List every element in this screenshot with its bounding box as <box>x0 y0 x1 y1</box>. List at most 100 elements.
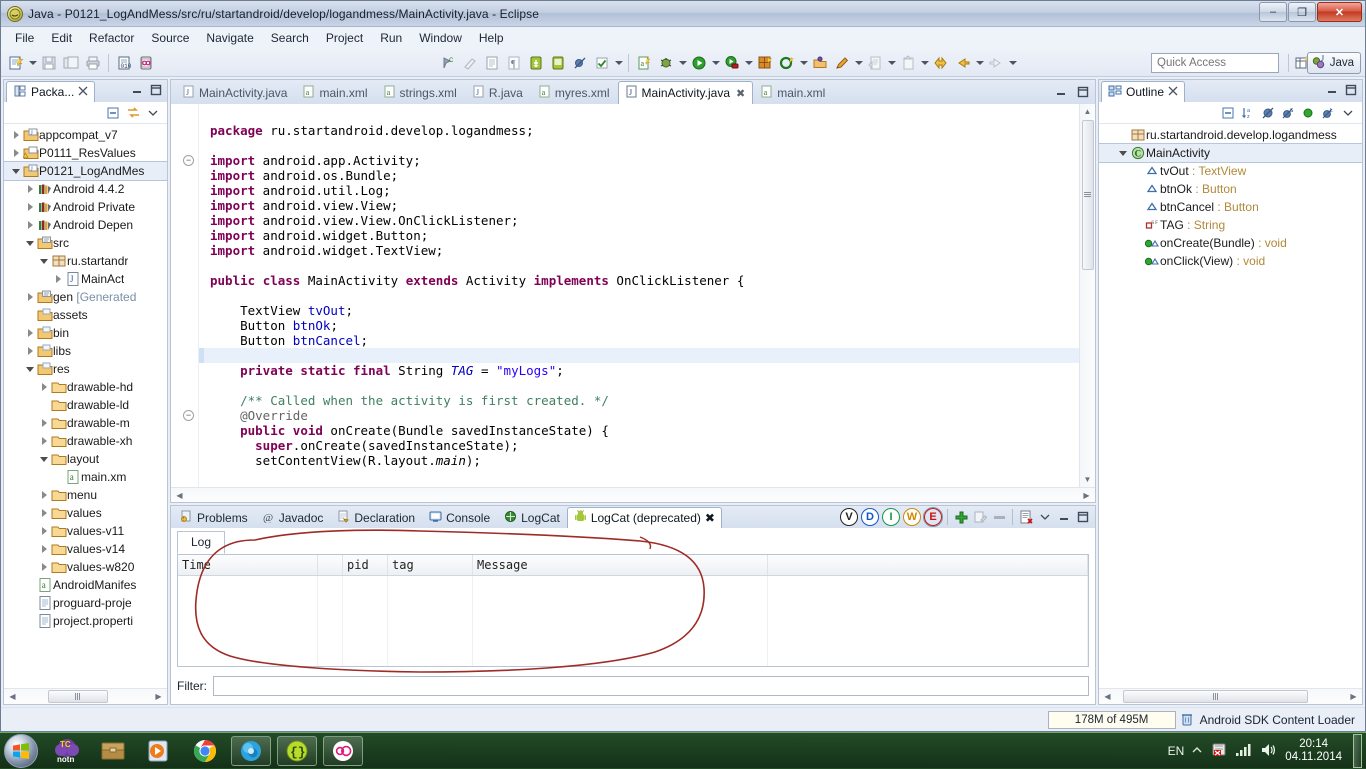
volume-icon[interactable] <box>1260 742 1278 761</box>
tree-item-values[interactable]: values <box>4 504 167 522</box>
scroll-up-arrow[interactable]: ▲ <box>1080 104 1095 119</box>
check-icon[interactable] <box>591 52 613 74</box>
new-window-icon[interactable] <box>776 52 798 74</box>
tree-twisty-icon[interactable] <box>24 367 36 372</box>
archive-icon[interactable] <box>93 736 133 766</box>
tree-twisty-icon[interactable] <box>38 437 50 445</box>
view-menu-icon[interactable] <box>1037 509 1053 525</box>
toggle-mark-occurrences-icon[interactable]: C <box>437 52 459 74</box>
tree-twisty-icon[interactable] <box>10 149 22 157</box>
tree-item-layout[interactable]: layout <box>4 450 167 468</box>
scroll-thumb[interactable] <box>48 690 108 703</box>
tree-item-p0121-logandmes[interactable]: JP0121_LogAndMes <box>4 162 167 180</box>
scroll-thumb[interactable] <box>1123 690 1308 703</box>
tree-twisty-icon[interactable] <box>38 259 50 264</box>
hide-static-icon[interactable]: S <box>1280 105 1296 121</box>
pencil-icon[interactable] <box>831 52 853 74</box>
tree-item-drawable-m[interactable]: drawable-m <box>4 414 167 432</box>
tree-twisty-icon[interactable] <box>24 293 36 301</box>
tree-twisty-icon[interactable] <box>38 383 50 391</box>
next-caret[interactable] <box>919 53 930 73</box>
save-icon[interactable] <box>38 52 60 74</box>
check-caret[interactable] <box>613 53 624 73</box>
run-coverage-icon[interactable] <box>721 52 743 74</box>
close-button[interactable]: ✕ <box>1317 2 1362 22</box>
menu-refactor[interactable]: Refactor <box>81 28 142 48</box>
open-type-icon[interactable]: 010 <box>113 52 135 74</box>
windows-start-icon[interactable] <box>4 734 38 768</box>
tree-item-ru-startandr[interactable]: ru.startandr <box>4 252 167 270</box>
tree-item-p0111-resvalues[interactable]: P0111_ResValues <box>4 144 167 162</box>
outline-item-btncancel[interactable]: btnCancel : Button <box>1099 198 1362 216</box>
outline-item-tvout[interactable]: tvOut : TextView <box>1099 162 1362 180</box>
sort-icon[interactable]: az <box>1240 105 1256 121</box>
warning-filter-button[interactable]: W <box>903 508 921 526</box>
package-explorer-body[interactable]: Jappcompat_v7P0111_ResValuesJP0121_LogAn… <box>4 124 167 688</box>
outline-item-onclick[interactable]: onClick(View) : void <box>1099 252 1362 270</box>
quick-access-input[interactable] <box>1151 53 1279 73</box>
close-icon[interactable]: ✖ <box>705 511 715 525</box>
editor-tab-0[interactable]: J MainActivity.java <box>175 81 295 104</box>
pencil-caret[interactable] <box>853 53 864 73</box>
debug-icon[interactable] <box>655 52 677 74</box>
menu-source[interactable]: Source <box>143 28 197 48</box>
outline-tree[interactable]: ru.startandroid.develop.logandmessCMainA… <box>1099 124 1362 270</box>
column-header-message[interactable]: Message <box>473 555 768 575</box>
code-editor[interactable]: −− package ru.startandroid.develop.logan… <box>171 104 1095 487</box>
tree-twisty-icon[interactable] <box>24 203 36 211</box>
menu-edit[interactable]: Edit <box>43 28 80 48</box>
debug-caret[interactable] <box>677 53 688 73</box>
tree-twisty-icon[interactable] <box>10 169 22 174</box>
tree-item-android-private[interactable]: Android Private <box>4 198 167 216</box>
logcat-table[interactable]: Time pid tag Message <box>177 554 1089 667</box>
tree-twisty-icon[interactable] <box>38 545 50 553</box>
scroll-right-arrow[interactable]: ▶ <box>1079 488 1094 503</box>
minimize-icon[interactable] <box>1324 82 1340 98</box>
tree-twisty-icon[interactable] <box>38 527 50 535</box>
column-header-level[interactable] <box>318 555 343 575</box>
show-hidden-icons-caret[interactable] <box>1191 744 1203 759</box>
coverage-caret[interactable] <box>743 53 754 73</box>
android-virtual-device-manager-icon[interactable] <box>525 52 547 74</box>
tree-twisty-icon[interactable] <box>10 131 22 139</box>
source-code-text[interactable]: package ru.startandroid.develop.logandme… <box>204 104 1079 487</box>
scroll-left-arrow[interactable]: ◀ <box>172 488 187 503</box>
tree-item-values-v11[interactable]: values-v11 <box>4 522 167 540</box>
language-indicator[interactable]: EN <box>1168 744 1185 758</box>
minimize-icon[interactable] <box>1053 84 1069 100</box>
previous-annotation-icon[interactable] <box>864 52 886 74</box>
back-caret[interactable] <box>974 53 985 73</box>
tree-twisty-icon[interactable] <box>24 221 36 229</box>
tab-logcat[interactable]: LogCat <box>497 507 567 528</box>
minimize-icon[interactable] <box>1056 509 1072 525</box>
tree-twisty-icon[interactable] <box>24 185 36 193</box>
scroll-down-arrow[interactable]: ▼ <box>1080 472 1095 487</box>
hide-fields-icon[interactable] <box>1260 105 1276 121</box>
outline-body[interactable]: ru.startandroid.develop.logandmessCMainA… <box>1099 124 1362 688</box>
new-android-xml-icon[interactable]: a <box>633 52 655 74</box>
menu-project[interactable]: Project <box>318 28 371 48</box>
maximize-icon[interactable] <box>1075 84 1091 100</box>
editor-tab-1[interactable]: a main.xml <box>295 81 375 104</box>
back-icon[interactable] <box>952 52 974 74</box>
maximize-icon[interactable] <box>1343 82 1359 98</box>
tab-logcat-deprecated[interactable]: LogCat (deprecated) ✖ <box>567 507 722 528</box>
trash-icon[interactable] <box>1176 712 1198 727</box>
prev-caret[interactable] <box>886 53 897 73</box>
minimize-button[interactable]: – <box>1259 2 1287 22</box>
column-header-pid[interactable]: pid <box>343 555 388 575</box>
oo-browser-icon[interactable] <box>323 736 363 766</box>
tree-twisty-icon[interactable] <box>24 347 36 355</box>
tree-item-android-depen[interactable]: Android Depen <box>4 216 167 234</box>
open-console-icon[interactable] <box>481 52 503 74</box>
menu-help[interactable]: Help <box>471 28 512 48</box>
tree-item-values-w820[interactable]: values-w820 <box>4 558 167 576</box>
tree-item-values-v14[interactable]: values-v14 <box>4 540 167 558</box>
next-edit-icon[interactable] <box>897 52 919 74</box>
tree-twisty-icon[interactable] <box>38 491 50 499</box>
menu-run[interactable]: Run <box>372 28 410 48</box>
tree-item-main-xm[interactable]: amain.xm <box>4 468 167 486</box>
logcat-log-subtab[interactable]: Log <box>177 531 225 554</box>
tree-item-assets[interactable]: assets <box>4 306 167 324</box>
maximize-icon[interactable] <box>1075 509 1091 525</box>
